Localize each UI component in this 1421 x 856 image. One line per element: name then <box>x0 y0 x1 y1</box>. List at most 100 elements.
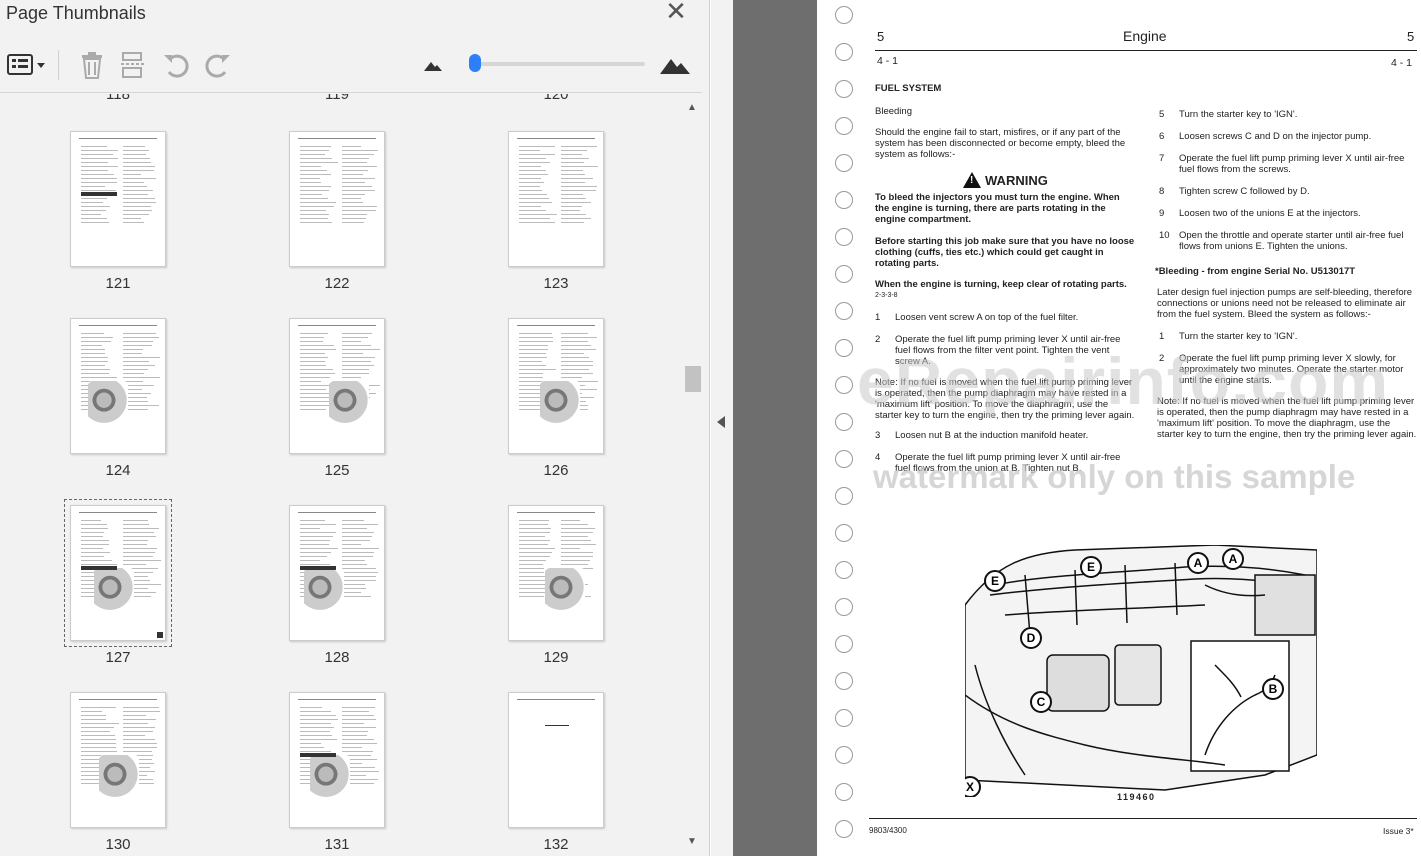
panel-splitter[interactable] <box>711 0 733 856</box>
extract-pages-button[interactable] <box>117 50 149 80</box>
page-thumbnail[interactable] <box>289 505 385 641</box>
warning-title: WARNING <box>963 172 1048 188</box>
thumb-text-line <box>342 711 369 712</box>
thumb-text-line <box>519 552 552 553</box>
page-thumbnail[interactable] <box>508 318 604 454</box>
thumbnail-scrollbar[interactable]: ▲ ▼ <box>683 100 701 856</box>
delete-pages-button[interactable] <box>76 50 108 80</box>
slider-handle[interactable] <box>469 54 481 72</box>
thumb-text-line <box>561 186 597 187</box>
thumb-text-line <box>342 190 375 191</box>
thumb-text-line <box>342 353 364 354</box>
text-line: engine compartment. <box>875 214 972 225</box>
thumb-text-line <box>123 735 146 736</box>
thumb-text-line <box>342 592 361 593</box>
rotate-clockwise-button[interactable] <box>202 50 234 80</box>
thumb-text-line <box>123 727 155 728</box>
thumb-text-line <box>300 361 326 362</box>
thumb-text-line <box>123 723 148 724</box>
thumb-text-line <box>123 194 148 195</box>
page-thumbnail[interactable] <box>289 131 385 267</box>
thumb-text-line <box>123 158 150 159</box>
thumb-text-line <box>300 353 326 354</box>
thumb-text-line <box>561 190 596 191</box>
thumb-text-line <box>519 361 543 362</box>
thumb-text-line <box>81 158 119 159</box>
binder-hole <box>835 154 853 172</box>
thumb-text-line <box>342 178 375 179</box>
thumb-text-line <box>81 556 105 557</box>
rotate-counterclockwise-button[interactable] <box>160 50 192 80</box>
page-thumbnail[interactable] <box>508 131 604 267</box>
thumb-text-line <box>81 210 106 211</box>
page-thumbnail[interactable] <box>70 131 166 267</box>
thumbnail-page-number: 122 <box>324 275 350 292</box>
thumbnail-page-number: 125 <box>324 462 350 479</box>
thumb-text-line <box>342 146 362 147</box>
thumb-text-line <box>519 146 555 147</box>
thumb-text-line <box>342 715 374 716</box>
trash-icon <box>82 52 102 79</box>
step-number: 1 <box>875 312 881 323</box>
thumb-text-line <box>81 162 108 163</box>
thumbnail-page-number: 131 <box>324 836 350 853</box>
page-thumbnail[interactable] <box>70 692 166 828</box>
thumbnail-label-partial: 120 <box>543 94 569 103</box>
thumbnail-size-slider[interactable] <box>475 62 645 66</box>
page-thumbnail[interactable] <box>64 499 172 647</box>
thumb-text-line <box>519 178 541 179</box>
thumb-text-line <box>123 540 149 541</box>
thumb-text-line <box>123 536 156 537</box>
binder-hole <box>835 598 853 616</box>
step-text-line: Loosen nut B at the induction manifold h… <box>895 430 1089 441</box>
binder-hole <box>835 80 853 98</box>
page-thumbnail[interactable] <box>289 692 385 828</box>
scroll-down-arrow-icon[interactable]: ▼ <box>683 836 701 850</box>
page-thumbnail[interactable] <box>289 318 385 454</box>
thumbnail-options-button[interactable] <box>6 50 48 80</box>
step-text-line: fuel flows from the screws. <box>1179 164 1291 175</box>
thumb-text-line <box>342 373 369 374</box>
scroll-up-arrow-icon[interactable]: ▲ <box>683 102 701 116</box>
warning-label: WARNING <box>985 172 1048 188</box>
collapse-arrow-icon[interactable] <box>717 416 725 428</box>
thumb-text-line <box>561 520 580 521</box>
thumb-text-line <box>123 552 156 553</box>
page-thumbnail[interactable] <box>70 318 166 454</box>
step-text-line: Turn the starter key to 'IGN'. <box>1179 331 1298 342</box>
thumb-text-line <box>300 174 331 175</box>
document-view[interactable]: 5 Engine 5 4 - 1 4 - 1 FUEL SYSTEM Bleed… <box>733 0 1421 856</box>
thumb-text-line <box>81 353 105 354</box>
thumb-text-line <box>300 393 332 394</box>
thumb-text-line <box>123 337 159 338</box>
thumb-text-line <box>300 345 334 346</box>
watermark-sub: watermark only on this sample <box>873 458 1356 495</box>
section-title: Engine <box>1123 28 1167 44</box>
thumb-text-line <box>81 739 116 740</box>
thumbnail-page-number: 123 <box>543 275 569 292</box>
thumb-text-line <box>81 731 111 732</box>
thumb-text-line <box>561 154 582 155</box>
step-text-line: flows from unions E. Tighten the unions. <box>1179 241 1348 252</box>
thumb-warning-block <box>81 192 117 196</box>
thumb-text-line <box>300 162 338 163</box>
scrollbar-thumb[interactable] <box>685 366 701 392</box>
fuel-system-heading: FUEL SYSTEM <box>875 83 942 94</box>
thumb-text-line <box>519 532 550 533</box>
thumb-text-line <box>81 715 106 716</box>
thumb-text-line <box>81 564 117 565</box>
thumbnail-smaller-button[interactable] <box>420 50 446 80</box>
close-panel-button[interactable]: ✕ <box>664 0 688 24</box>
thumb-header-rule <box>79 512 157 513</box>
thumb-text-line <box>519 357 548 358</box>
section-number-right: 5 <box>1407 29 1415 44</box>
thumbnail-larger-button[interactable] <box>658 50 692 80</box>
thumb-text-line <box>519 154 556 155</box>
thumb-text-line <box>519 405 541 406</box>
page-thumbnail[interactable] <box>508 692 604 828</box>
page-thumbnail[interactable] <box>508 505 604 641</box>
thumb-text-line <box>342 349 380 350</box>
thumb-text-line <box>123 162 151 163</box>
thumb-text-line <box>300 727 335 728</box>
callout-x-label: X <box>966 780 974 794</box>
